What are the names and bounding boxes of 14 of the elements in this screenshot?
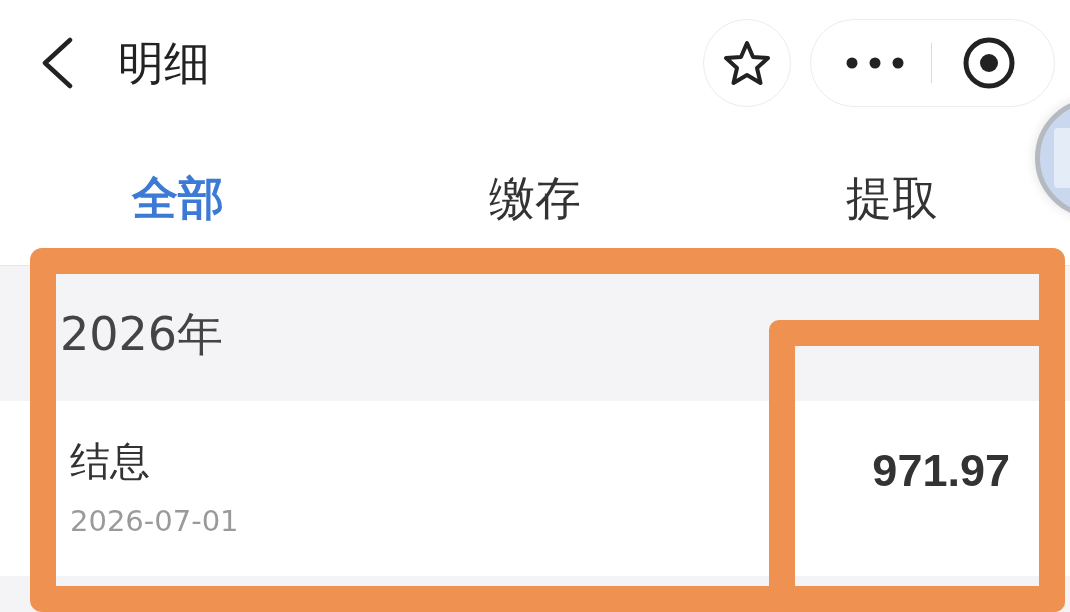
tab[interactable]: 提取 <box>843 175 940 221</box>
record-row[interactable]: 结息 2026-07-01 971.97 <box>0 401 1070 576</box>
star-icon <box>723 39 771 86</box>
tab[interactable]: 全部 <box>130 175 227 221</box>
record-title: 结息 <box>70 441 151 481</box>
year-header: 2026年 <box>60 310 224 357</box>
back-button[interactable] <box>40 35 74 90</box>
more-icon <box>846 56 904 69</box>
back-icon <box>41 36 73 89</box>
target-icon <box>963 36 1015 89</box>
record-date: 2026-07-01 <box>70 507 239 536</box>
record-amount: 971.97 <box>872 448 1010 493</box>
page-title: 明细 <box>118 39 210 86</box>
tab[interactable]: 缴存 <box>487 175 583 221</box>
